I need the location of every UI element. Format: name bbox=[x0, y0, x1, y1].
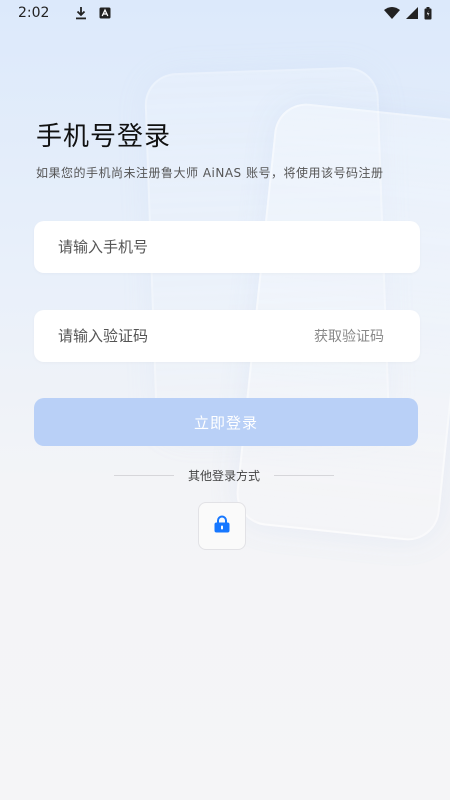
page-subtitle: 如果您的手机尚未注册鲁大师 AiNAS 账号，将使用该号码注册 bbox=[36, 166, 384, 180]
notification-a-icon bbox=[99, 7, 111, 19]
other-login-divider: 其他登录方式 bbox=[114, 466, 335, 484]
status-bar: 2:02 bbox=[0, 0, 450, 26]
divider-line-left bbox=[114, 474, 174, 476]
status-time: 2:02 bbox=[18, 5, 50, 21]
verification-code-field[interactable]: 获取验证码 bbox=[34, 310, 420, 362]
lock-icon bbox=[212, 514, 232, 538]
login-button[interactable]: 立即登录 bbox=[34, 398, 418, 446]
divider-line-right bbox=[274, 474, 335, 476]
other-login-label: 其他登录方式 bbox=[188, 468, 261, 483]
battery-icon bbox=[424, 6, 432, 20]
status-right bbox=[384, 6, 432, 20]
get-code-button[interactable]: 获取验证码 bbox=[314, 326, 384, 346]
verification-code-input[interactable] bbox=[56, 326, 314, 346]
phone-input[interactable] bbox=[56, 237, 398, 257]
password-login-button[interactable] bbox=[198, 502, 246, 550]
page-title: 手机号登录 bbox=[36, 122, 172, 152]
signal-icon bbox=[406, 7, 418, 19]
download-icon bbox=[75, 6, 87, 20]
status-left: 2:02 bbox=[18, 5, 111, 21]
phone-field[interactable] bbox=[34, 221, 420, 273]
wifi-icon bbox=[384, 7, 400, 19]
